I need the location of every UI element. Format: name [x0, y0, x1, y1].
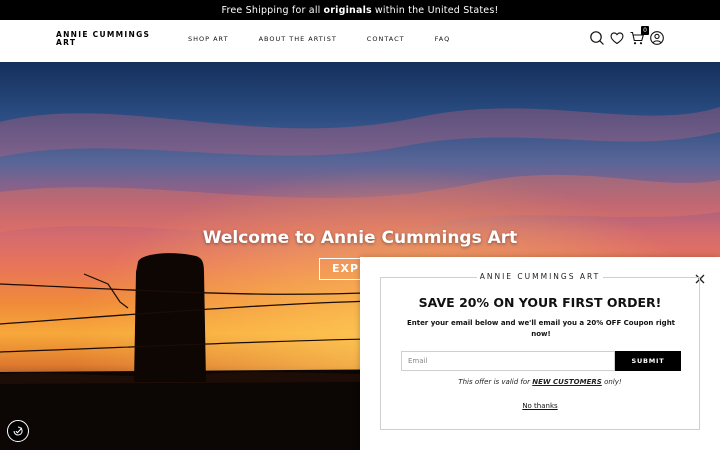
no-thanks-link[interactable]: No thanks: [381, 402, 699, 410]
heart-icon[interactable]: [609, 30, 625, 46]
accessibility-button[interactable]: [7, 420, 29, 442]
announcement-prefix: Free Shipping for all: [221, 4, 321, 16]
account-icon[interactable]: [649, 30, 665, 46]
discount-popup: ANNIE CUMMINGS ART SAVE 20% ON YOUR FIRS…: [360, 257, 720, 450]
hero-title: Welcome to Annie Cummings Art: [202, 228, 518, 248]
announcement-bold: originals: [323, 4, 372, 16]
main-nav: SHOP ART ABOUT THE ARTIST CONTACT FAQ: [188, 35, 480, 43]
submit-button[interactable]: SUBMIT: [615, 351, 681, 371]
announcement-suffix: within the United States!: [374, 4, 499, 16]
popup-subtext: Enter your email below and we'll email y…: [406, 319, 676, 338]
offer-note: This offer is valid for NEW CUSTOMERS on…: [381, 378, 699, 386]
popup-frame: ANNIE CUMMINGS ART SAVE 20% ON YOUR FIRS…: [380, 272, 700, 430]
nav-contact[interactable]: CONTACT: [367, 35, 405, 43]
nav-shop-art[interactable]: SHOP ART: [188, 35, 229, 43]
cart-count-badge: 0: [641, 26, 649, 35]
header-icons: 0: [589, 26, 669, 46]
announcement-bar: Free Shipping for all originals within t…: [0, 0, 720, 20]
cart-icon[interactable]: 0: [629, 26, 649, 46]
nav-faq[interactable]: FAQ: [435, 35, 451, 43]
search-icon[interactable]: [589, 30, 605, 46]
popup-heading: SAVE 20% ON YOUR FIRST ORDER!: [418, 295, 662, 310]
site-logo[interactable]: ANNIE CUMMINGS ART: [56, 31, 156, 47]
offer-suffix: only!: [604, 378, 622, 386]
site-header: ANNIE CUMMINGS ART SHOP ART ABOUT THE AR…: [0, 20, 720, 62]
email-input[interactable]: [401, 351, 615, 371]
offer-bold: NEW CUSTOMERS: [532, 378, 602, 386]
offer-prefix: This offer is valid for: [458, 378, 531, 386]
divider-right: [603, 277, 699, 278]
popup-brand-line: ANNIE CUMMINGS ART: [381, 272, 699, 282]
accessibility-icon: [13, 426, 23, 436]
nav-about-the-artist[interactable]: ABOUT THE ARTIST: [259, 35, 337, 43]
